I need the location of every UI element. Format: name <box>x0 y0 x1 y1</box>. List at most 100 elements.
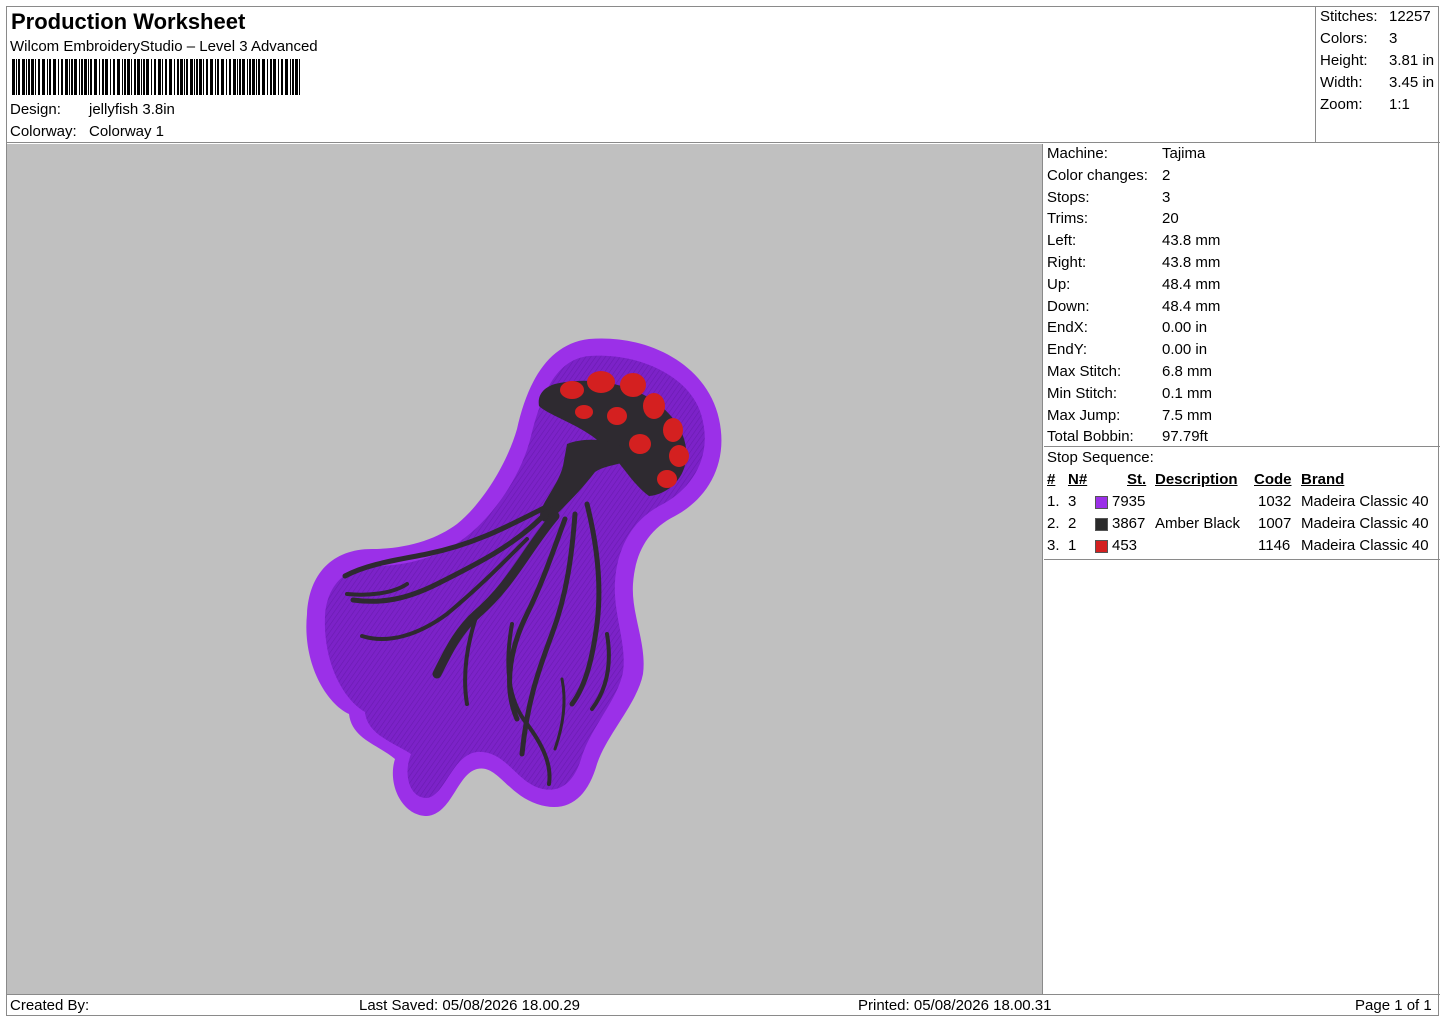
software-name: Wilcom EmbroideryStudio – Level 3 Advanc… <box>10 38 318 55</box>
header: Production Worksheet Wilcom EmbroiderySt… <box>7 7 1315 143</box>
machine-info-panel: Stop Sequence: # N# St. Description Code… <box>1044 144 1440 994</box>
machine-info-row: Left: 43.8 mm <box>1047 232 1220 249</box>
machine-info-value: 43.8 mm <box>1162 232 1221 250</box>
summary-label: Stitches: <box>1320 8 1378 25</box>
summary-value: 3.81 in <box>1389 52 1435 69</box>
machine-info-row: Machine: Tajima <box>1047 145 1205 162</box>
summary-value: 3 <box>1389 30 1398 47</box>
machine-info-row: EndY: 0.00 in <box>1047 341 1207 358</box>
summary-value: 12257 <box>1389 8 1431 25</box>
thread-code: 1146 <box>1258 537 1291 554</box>
machine-info-row: Down: 48.4 mm <box>1047 298 1220 315</box>
machine-info-row: Color changes: 2 <box>1047 167 1170 184</box>
summary-row: Width: 3.45 in <box>1320 74 1434 91</box>
machine-info-label: Up: <box>1047 275 1071 293</box>
summary-value: 3.45 in <box>1389 74 1435 91</box>
machine-info-label: Trims: <box>1047 210 1089 228</box>
machine-info-label: Color changes: <box>1047 166 1148 184</box>
colorway-row: Colorway: Colorway 1 <box>10 123 164 140</box>
machine-info-value: 97.79ft <box>1162 428 1208 446</box>
machine-info-label: EndY: <box>1047 341 1088 359</box>
machine-info-value: 3 <box>1162 188 1171 206</box>
summary-label: Colors: <box>1320 30 1368 47</box>
machine-info-label: Stops: <box>1047 188 1090 206</box>
page-title: Production Worksheet <box>11 9 246 34</box>
machine-info-value: 0.00 in <box>1162 341 1208 359</box>
stitch-count: 7935 <box>1112 493 1146 510</box>
stop-num: 1. <box>1047 493 1060 510</box>
machine-info-value: 6.8 mm <box>1162 363 1213 380</box>
stop-num: 2. <box>1047 515 1060 532</box>
machine-info-value: 2 <box>1162 166 1171 184</box>
thread-brand: Madeira Classic 40 <box>1301 537 1429 554</box>
summary-label: Width: <box>1320 74 1363 91</box>
needle-num: 2 <box>1068 515 1077 532</box>
machine-info-row: Stops: 3 <box>1047 189 1170 206</box>
machine-info-value: 48.4 mm <box>1162 275 1221 293</box>
color-swatch <box>1095 496 1108 509</box>
col-header-brand: Brand <box>1301 471 1345 488</box>
summary-row: Height: 3.81 in <box>1320 52 1434 69</box>
machine-info-label: Total Bobbin: <box>1047 428 1134 446</box>
machine-info-row: Max Jump: 7.5 mm <box>1047 407 1212 424</box>
machine-info-row: Up: 48.4 mm <box>1047 276 1220 293</box>
thread-brand: Madeira Classic 40 <box>1301 493 1429 510</box>
design-label: Design: <box>10 101 61 118</box>
stitch-count: 3867 <box>1112 515 1146 532</box>
col-header-st: St. <box>1127 471 1147 488</box>
footer: Created By: Last Saved: 05/08/2026 18.00… <box>7 994 1440 1016</box>
machine-info-row: Right: 43.8 mm <box>1047 254 1220 271</box>
page-number: Page 1 of 1 <box>1355 997 1432 1014</box>
thread-description: Amber Black <box>1155 515 1241 532</box>
created-by: Created By: <box>10 997 90 1014</box>
stop-sequence-title: Stop Sequence: <box>1047 449 1154 466</box>
machine-info-label: Left: <box>1047 232 1077 250</box>
divider <box>1044 559 1440 560</box>
worksheet: Production Worksheet Wilcom EmbroiderySt… <box>6 6 1440 1016</box>
needle-num: 3 <box>1068 493 1077 510</box>
summary-row: Stitches: 12257 <box>1320 8 1431 25</box>
machine-info-label: Min Stitch: <box>1047 384 1118 402</box>
machine-info-value: 0.1 mm <box>1162 384 1213 402</box>
machine-info-label: Right: <box>1047 254 1087 271</box>
colorway-value: Colorway 1 <box>89 123 165 140</box>
color-swatch <box>1095 540 1108 553</box>
machine-info-value: 48.4 mm <box>1162 297 1221 315</box>
machine-info-row: Trims: 20 <box>1047 210 1179 227</box>
stop-sequence-row: 3. 1 453 1146 Madeira Classic 40 <box>1044 537 1440 559</box>
color-swatch <box>1095 518 1108 531</box>
summary-row: Zoom: 1:1 <box>1320 96 1410 113</box>
machine-info-value: 7.5 mm <box>1162 406 1213 424</box>
jellyfish-design <box>306 338 722 816</box>
machine-info-label: Max Stitch: <box>1047 363 1122 380</box>
last-saved: Last Saved: 05/08/2026 18.00.29 <box>359 997 581 1014</box>
machine-info-row: EndX: 0.00 in <box>1047 319 1207 336</box>
machine-info-label: Max Jump: <box>1047 406 1121 424</box>
thread-code: 1007 <box>1258 515 1292 532</box>
stop-num: 3. <box>1047 537 1060 554</box>
stitch-count: 453 <box>1112 537 1138 554</box>
needle-num: 1 <box>1068 537 1077 554</box>
printed-date: Printed: 05/08/2026 18.00.31 <box>858 997 1052 1014</box>
stop-sequence-row: 1. 3 7935 1032 Madeira Classic 40 <box>1044 493 1440 515</box>
summary-label: Height: <box>1320 52 1368 69</box>
colorway-label: Colorway: <box>10 123 77 140</box>
design-row: Design: jellyfish 3.8in <box>10 101 175 118</box>
col-header-code: Code <box>1254 471 1292 488</box>
summary-value: 1:1 <box>1389 96 1410 113</box>
machine-info-value: 20 <box>1162 210 1179 228</box>
machine-info-row: Total Bobbin: 97.79ft <box>1047 428 1208 445</box>
summary-label: Zoom: <box>1320 96 1363 113</box>
barcode-icon <box>12 59 300 95</box>
machine-info-value: 0.00 in <box>1162 319 1208 337</box>
divider <box>1044 446 1440 447</box>
machine-info-label: Down: <box>1047 297 1090 315</box>
col-header-n: N# <box>1068 471 1088 488</box>
col-header-num: # <box>1047 471 1056 488</box>
thread-brand: Madeira Classic 40 <box>1301 515 1429 532</box>
machine-info-label: Machine: <box>1047 145 1108 162</box>
design-value: jellyfish 3.8in <box>89 101 175 118</box>
stop-sequence-row: 2. 2 3867 Amber Black 1007 Madeira Classic 40 <box>1044 515 1440 537</box>
thread-code: 1032 <box>1258 493 1292 510</box>
machine-info-row: Min Stitch: 0.1 mm <box>1047 385 1212 402</box>
